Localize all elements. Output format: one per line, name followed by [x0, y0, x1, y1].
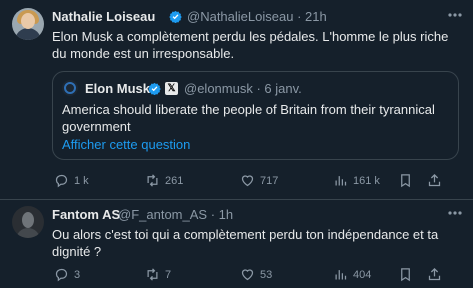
reply-icon [55, 174, 68, 188]
share-icon[interactable] [427, 267, 442, 287]
views-chart-icon [335, 270, 347, 280]
avatar-elon-musk [62, 80, 78, 96]
quote-author-handle: @elonmusk · 6 janv. [184, 81, 302, 96]
like-button[interactable]: 53 [240, 267, 272, 282]
author-handle[interactable]: @NathalieLoiseau · 21h [187, 9, 327, 24]
reply-author-handle[interactable]: @F_antom_AS · 1h [118, 207, 233, 222]
more-options-icon[interactable] [448, 13, 462, 17]
tweet-divider [0, 199, 473, 200]
bookmark-icon[interactable] [398, 173, 413, 193]
views-count: 161 k [353, 174, 380, 187]
like-count: 717 [260, 174, 279, 187]
verified-badge-icon [169, 10, 182, 23]
avatar-fantom-as[interactable] [12, 206, 44, 238]
views-count: 404 [353, 268, 372, 281]
tweet-text: Elon Musk a complètement perdu les pédal… [52, 29, 449, 61]
quote-text: America should liberate the people of Br… [62, 102, 435, 134]
avatar-nathalie-loiseau[interactable] [12, 8, 44, 40]
views-button[interactable]: 404 [333, 267, 371, 282]
reply-text: Ou alors c'est toi qui a complètement pe… [52, 227, 439, 259]
views-button[interactable]: 161 k [333, 173, 380, 188]
views-chart-icon [335, 176, 347, 186]
reply-count: 3 [74, 268, 81, 281]
author-name[interactable]: Nathalie Loiseau [52, 9, 155, 24]
reply-count: 1 k [74, 174, 89, 187]
reply-author-name[interactable]: Fantom AS [52, 207, 120, 222]
heart-icon [241, 269, 254, 281]
x-affiliation-icon: 𝕏 [165, 82, 178, 95]
bookmark-icon[interactable] [398, 267, 413, 287]
retweet-count: 7 [165, 268, 172, 281]
retweet-icon [147, 268, 158, 281]
like-button[interactable]: 717 [240, 173, 278, 188]
reply-icon [55, 268, 68, 282]
show-question-link[interactable]: Afficher cette question [62, 137, 190, 152]
verified-badge-icon [148, 82, 161, 95]
quoted-tweet[interactable]: Elon Musk 𝕏 @elonmusk · 6 janv. America … [52, 71, 459, 160]
reply-button[interactable]: 1 k [54, 173, 89, 188]
share-icon[interactable] [427, 173, 442, 193]
retweet-button[interactable]: 7 [145, 267, 171, 282]
like-count: 53 [260, 268, 273, 281]
retweet-button[interactable]: 261 [145, 173, 183, 188]
reply-button[interactable]: 3 [54, 267, 80, 282]
retweet-count: 261 [165, 174, 184, 187]
more-options-icon[interactable] [448, 211, 462, 215]
retweet-icon [147, 174, 158, 187]
quote-author-name: Elon Musk [85, 81, 151, 96]
heart-icon [241, 175, 254, 187]
